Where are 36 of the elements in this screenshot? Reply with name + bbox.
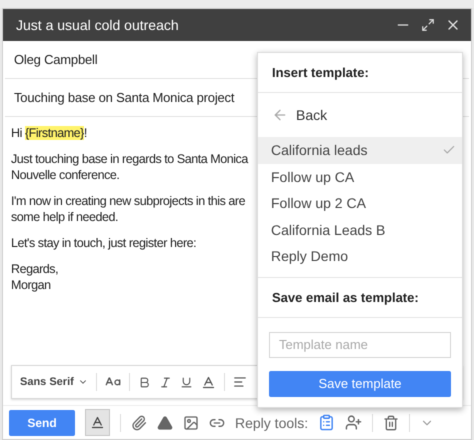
- template-name-field[interactable]: Template name: [269, 332, 451, 358]
- body-text: Nouvelle conference.: [11, 167, 120, 183]
- body-text: I'm now in creating new subprojects in this are: [11, 193, 246, 209]
- template-item[interactable]: Follow up 2 CA: [258, 190, 462, 216]
- back-arrow-icon: [272, 107, 288, 123]
- align-icon[interactable]: [232, 375, 247, 389]
- text-color-icon[interactable]: [200, 374, 216, 390]
- body-text: Just touching base in regards to Santa Monica: [11, 151, 248, 167]
- template-item[interactable]: Follow up CA: [258, 164, 462, 190]
- reply-tools-label: Reply tools:: [235, 414, 308, 430]
- paperclip-icon[interactable]: [131, 414, 147, 430]
- template-item[interactable]: California leads: [258, 137, 462, 164]
- body-text: Morgan: [11, 277, 51, 293]
- body-text: Regards,: [11, 261, 58, 277]
- bold-icon[interactable]: [138, 376, 151, 388]
- add-person-icon[interactable]: [345, 414, 362, 431]
- window-title: Just a usual cold outreach: [16, 17, 180, 33]
- trash-icon[interactable]: [383, 414, 400, 430]
- triangle-icon[interactable]: [157, 414, 173, 430]
- clipboard-icon[interactable]: [318, 414, 336, 431]
- underline-icon[interactable]: [180, 376, 193, 388]
- template-item[interactable]: Reply Demo: [258, 243, 462, 270]
- save-template-button[interactable]: Save template: [269, 370, 451, 396]
- template-item[interactable]: California Leads B: [258, 216, 462, 243]
- image-icon[interactable]: [183, 414, 199, 430]
- text-format-icon: [90, 415, 105, 430]
- send-button[interactable]: Send: [9, 410, 75, 436]
- body-text: some help if needed.: [11, 209, 118, 225]
- font-select[interactable]: Sans Serif: [20, 376, 88, 388]
- greeting-text: Hi {Firstname}!: [11, 125, 87, 141]
- body-text: Let's stay in touch, just register here:: [11, 235, 196, 251]
- expand-icon[interactable]: [421, 18, 435, 32]
- formatting-toggle[interactable]: [85, 409, 110, 436]
- menu-heading: Save email as template:: [258, 278, 462, 318]
- italic-icon[interactable]: [158, 376, 172, 388]
- menu-heading: Insert template:: [258, 53, 462, 93]
